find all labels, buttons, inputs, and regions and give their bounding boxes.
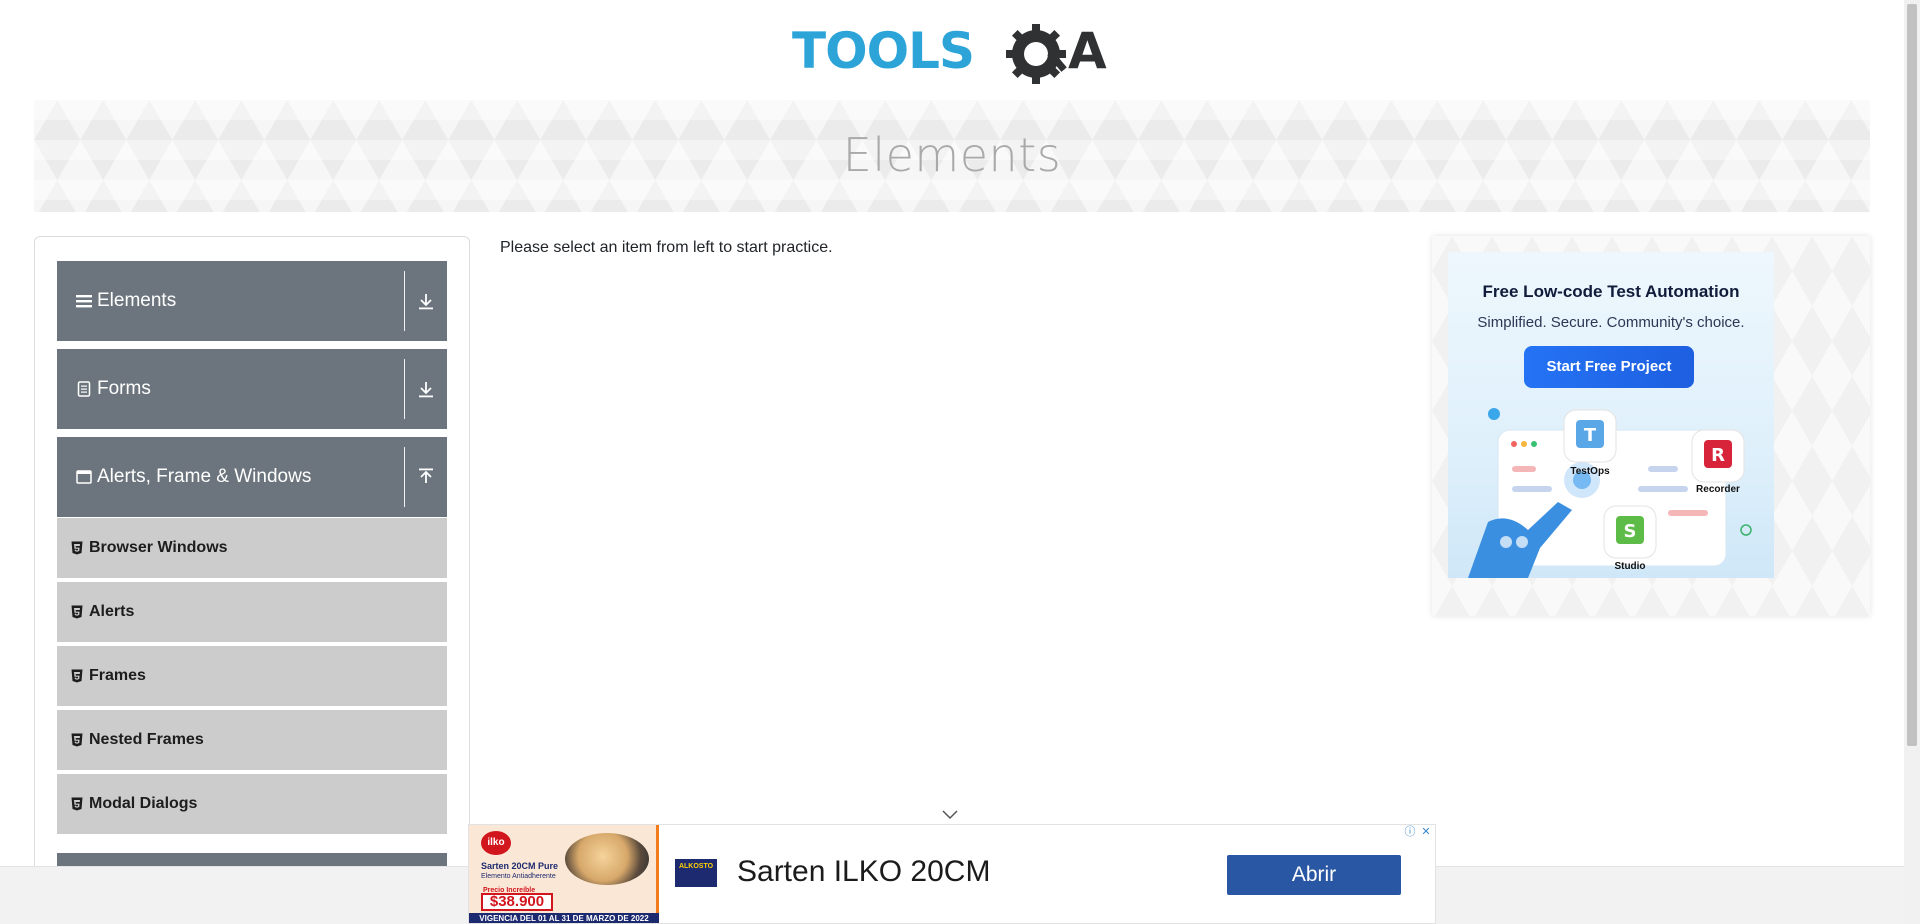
group-header-label: Alerts, Frame & Windows xyxy=(97,466,312,487)
html5-icon xyxy=(71,669,87,683)
menu-item-label: Browser Windows xyxy=(89,539,228,556)
thumb-validity: VIGENCIA DEL 01 AL 31 DE MARZO DE 2022 xyxy=(469,913,659,923)
menu-item-label: Frames xyxy=(89,667,146,684)
html5-icon xyxy=(71,541,87,555)
info-icon[interactable]: ⓘ xyxy=(1403,825,1417,839)
menu-item-frames[interactable]: Frames xyxy=(57,646,447,708)
menu-item-nested-frames[interactable]: Nested Frames xyxy=(57,710,447,772)
menu-item-label: Nested Frames xyxy=(89,731,204,748)
bottom-banner-ad[interactable]: ilko Sarten 20CM Pure Elemento Antiadher… xyxy=(468,824,1436,924)
pan-image xyxy=(565,833,649,885)
svg-text:R: R xyxy=(1711,445,1725,466)
menu-item-alerts[interactable]: Alerts xyxy=(57,582,447,644)
html5-icon xyxy=(71,797,87,811)
group-header-alerts-frame-windows[interactable]: Alerts, Frame & Windows xyxy=(57,437,447,517)
toolsqa-logo[interactable]: TOOLS A xyxy=(792,14,1116,90)
upload-arrow-icon[interactable] xyxy=(405,468,447,486)
practice-instruction: Please select an item from left to start… xyxy=(500,239,833,256)
svg-text:Recorder: Recorder xyxy=(1696,484,1740,495)
left-sidebar: Elements Forms Alerts, Frame & Windows B… xyxy=(34,236,470,924)
divider xyxy=(404,359,405,419)
group-header-label: Elements xyxy=(97,290,177,311)
ad-subtitle: Simplified. Secure. Community's choice. xyxy=(1477,314,1745,331)
start-free-project-button[interactable]: Start Free Project xyxy=(1524,346,1694,388)
thumb-product-desc: Elemento Antiadherente xyxy=(481,873,556,880)
ad-title: Free Low-code Test Automation xyxy=(1482,282,1740,301)
window-icon xyxy=(73,470,95,484)
alkosto-logo: ALKOSTO xyxy=(675,859,717,887)
ad-illustration: T TestOps R Recorder S Studio xyxy=(1468,408,1752,578)
svg-text:TOOLS: TOOLS xyxy=(792,22,974,80)
divider xyxy=(404,447,405,507)
ilko-logo: ilko xyxy=(481,831,511,855)
form-doc-icon xyxy=(73,381,95,397)
download-arrow-icon[interactable] xyxy=(405,380,447,398)
download-arrow-icon[interactable] xyxy=(405,292,447,310)
menu-item-browser-windows[interactable]: Browser Windows xyxy=(57,518,447,580)
group-header-elements[interactable]: Elements xyxy=(57,261,447,341)
right-ad-container: Free Low-code Test Automation Simplified… xyxy=(1432,236,1870,616)
katalon-ad[interactable]: Free Low-code Test Automation Simplified… xyxy=(1448,252,1774,578)
divider xyxy=(404,271,405,331)
group-header-forms[interactable]: Forms xyxy=(57,349,447,429)
svg-text:A: A xyxy=(1068,22,1107,80)
close-icon[interactable]: ✕ xyxy=(1419,825,1433,839)
svg-text:TestOps: TestOps xyxy=(1570,466,1610,477)
thumb-price: $38.900 xyxy=(481,893,553,911)
scrollbar-thumb[interactable] xyxy=(1907,4,1917,746)
vertical-scrollbar[interactable] xyxy=(1904,0,1920,924)
svg-text:Studio: Studio xyxy=(1614,561,1645,572)
ad-controls: ⓘ ✕ xyxy=(1403,825,1433,841)
svg-text:T: T xyxy=(1584,425,1597,446)
menu-item-label: Modal Dialogs xyxy=(89,795,198,812)
html5-icon xyxy=(71,605,87,619)
svg-text:S: S xyxy=(1624,521,1637,542)
chevron-down-icon[interactable] xyxy=(942,808,958,820)
page-title: Elements xyxy=(842,128,1062,182)
menu-lines-icon xyxy=(73,294,95,308)
html5-icon xyxy=(71,733,87,747)
group-header-label: Forms xyxy=(97,378,151,399)
thumb-product-name: Sarten 20CM Pure xyxy=(481,861,559,871)
menu-item-label: Alerts xyxy=(89,603,135,620)
page-banner: Elements xyxy=(34,100,1870,212)
menu-item-modal-dialogs[interactable]: Modal Dialogs xyxy=(57,774,447,836)
ad-product-image[interactable]: ilko Sarten 20CM Pure Elemento Antiadher… xyxy=(469,825,659,923)
abrir-button[interactable]: Abrir xyxy=(1227,855,1401,895)
ad-headline[interactable]: Sarten ILKO 20CM xyxy=(737,855,990,889)
